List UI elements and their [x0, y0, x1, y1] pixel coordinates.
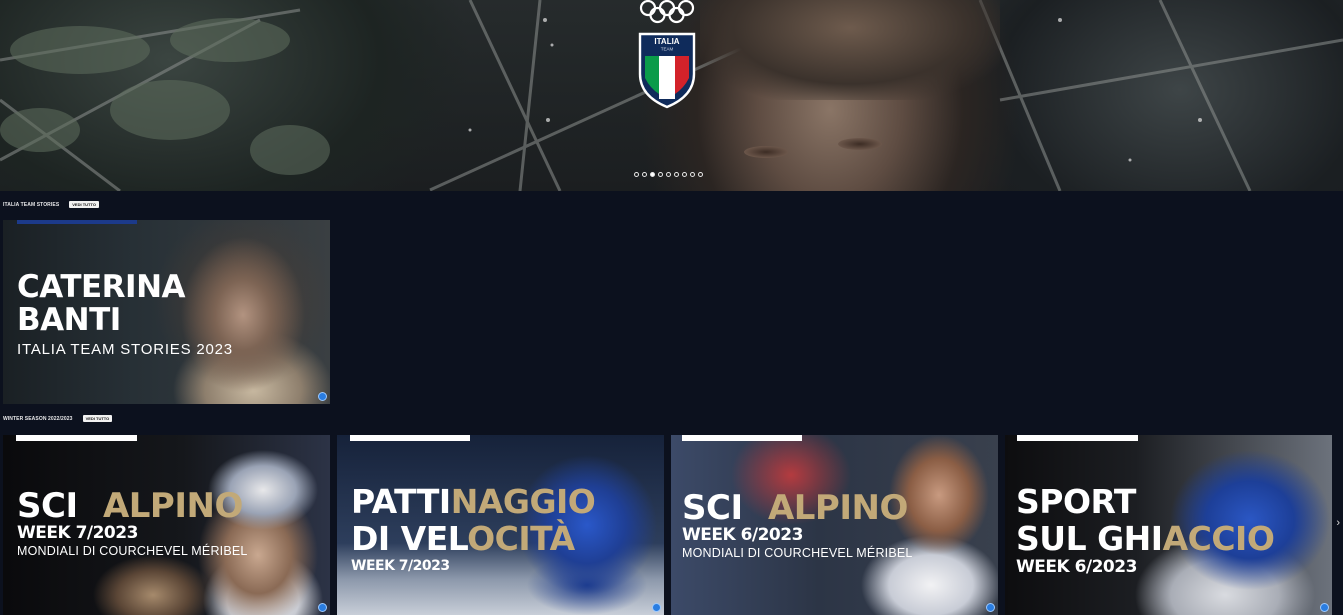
card-title-word: SCI — [682, 488, 743, 528]
chevron-right-icon[interactable]: › — [1336, 517, 1340, 529]
section-title: ITALIA TEAM STORIES — [3, 201, 60, 208]
video-card-pattinaggio-week7[interactable]: PATTINAGGIO DI VELOCITÀ WEEK 7/2023 — [337, 435, 664, 615]
carousel-dot[interactable] — [690, 172, 695, 177]
card-title-part: SUL GHI — [1016, 519, 1163, 558]
card-subtitle: ITALIA TEAM STORIES 2023 — [17, 341, 233, 358]
card-title-part: NAGGIO — [450, 482, 596, 521]
card-subtitle: MONDIALI DI COURCHEVEL MÉRIBEL — [17, 544, 248, 558]
carousel-dot[interactable] — [674, 172, 679, 177]
carousel-dot[interactable] — [650, 172, 655, 177]
card-title-line: CATERINA — [17, 269, 185, 305]
video-card-sci-alpino-week7[interactable]: SCI ALPINO WEEK 7/2023 MONDIALI DI COURC… — [3, 435, 330, 615]
card-subtitle: MONDIALI DI COURCHEVEL MÉRIBEL — [682, 546, 913, 560]
accent-bar — [17, 220, 137, 224]
card-title-part: DI VEL — [351, 519, 468, 558]
card-title-word: ALPINO — [102, 486, 243, 526]
accent-bar — [350, 435, 470, 441]
card-title-word: ALPINO — [767, 488, 908, 528]
video-card-sci-alpino-week6[interactable]: SCI ALPINO WEEK 6/2023 MONDIALI DI COURC… — [671, 435, 998, 615]
olympic-rings-icon — [639, 0, 695, 24]
card-week: WEEK 7/2023 — [17, 523, 138, 543]
play-badge-icon — [318, 603, 327, 612]
italia-team-logo[interactable]: ITALIA TEAM — [636, 0, 698, 110]
card-title-block: SCI ALPINO WEEK 6/2023 MONDIALI DI COURC… — [682, 491, 913, 560]
carousel-dot[interactable] — [634, 172, 639, 177]
logo-italia-text: ITALIA — [654, 37, 679, 46]
card-title-block: SCI ALPINO WEEK 7/2023 MONDIALI DI COURC… — [17, 489, 248, 558]
see-all-button[interactable]: VEDI TUTTO — [69, 201, 99, 208]
accent-bar — [682, 435, 802, 441]
play-badge-icon — [986, 603, 995, 612]
card-week: WEEK 6/2023 — [682, 525, 803, 545]
video-card-sport-ghiaccio-week6[interactable]: SPORT SUL GHIACCIO WEEK 6/2023 — [1005, 435, 1332, 615]
carousel-dot[interactable] — [682, 172, 687, 177]
section-header-stories: ITALIA TEAM STORIES VEDI TUTTO — [3, 201, 99, 208]
play-badge-icon — [1320, 603, 1329, 612]
accent-bar — [16, 435, 137, 441]
card-title-block: CATERINA BANTI ITALIA TEAM STORIES 2023 — [17, 269, 233, 358]
card-week: WEEK 6/2023 — [1016, 557, 1137, 577]
card-title-part: PATTI — [351, 482, 451, 521]
logo-team-text: TEAM — [661, 47, 674, 52]
hero-banner[interactable]: ITALIA TEAM — [0, 0, 1343, 191]
card-title-line: BANTI — [17, 302, 121, 338]
hero-photo-hair — [700, 0, 1000, 100]
hero-photo-eye — [838, 138, 882, 150]
section-header-winter: WINTER SEASON 2022/2023 VEDI TUTTO — [3, 415, 113, 422]
section-title: WINTER SEASON 2022/2023 — [3, 415, 73, 422]
carousel-dot[interactable] — [658, 172, 663, 177]
card-title-word: SCI — [17, 486, 78, 526]
card-title-line: SPORT — [1016, 482, 1136, 521]
card-week: WEEK 7/2023 — [351, 558, 450, 574]
hero-carousel-dots — [634, 172, 703, 177]
card-title-part: OCITÀ — [467, 519, 575, 558]
play-badge-icon — [318, 392, 327, 401]
carousel-dot[interactable] — [642, 172, 647, 177]
hero-photo-eye — [744, 146, 788, 158]
card-title-block: PATTINAGGIO DI VELOCITÀ WEEK 7/2023 — [351, 482, 596, 574]
card-title-part: ACCIO — [1162, 519, 1275, 558]
accent-bar — [1017, 435, 1138, 441]
carousel-dot[interactable] — [698, 172, 703, 177]
see-all-button[interactable]: VEDI TUTTO — [82, 415, 113, 422]
carousel-dot[interactable] — [666, 172, 671, 177]
card-title-block: SPORT SUL GHIACCIO WEEK 6/2023 — [1016, 482, 1275, 577]
play-badge-icon — [652, 603, 661, 612]
story-card-caterina-banti[interactable]: CATERINA BANTI ITALIA TEAM STORIES 2023 — [3, 220, 330, 404]
